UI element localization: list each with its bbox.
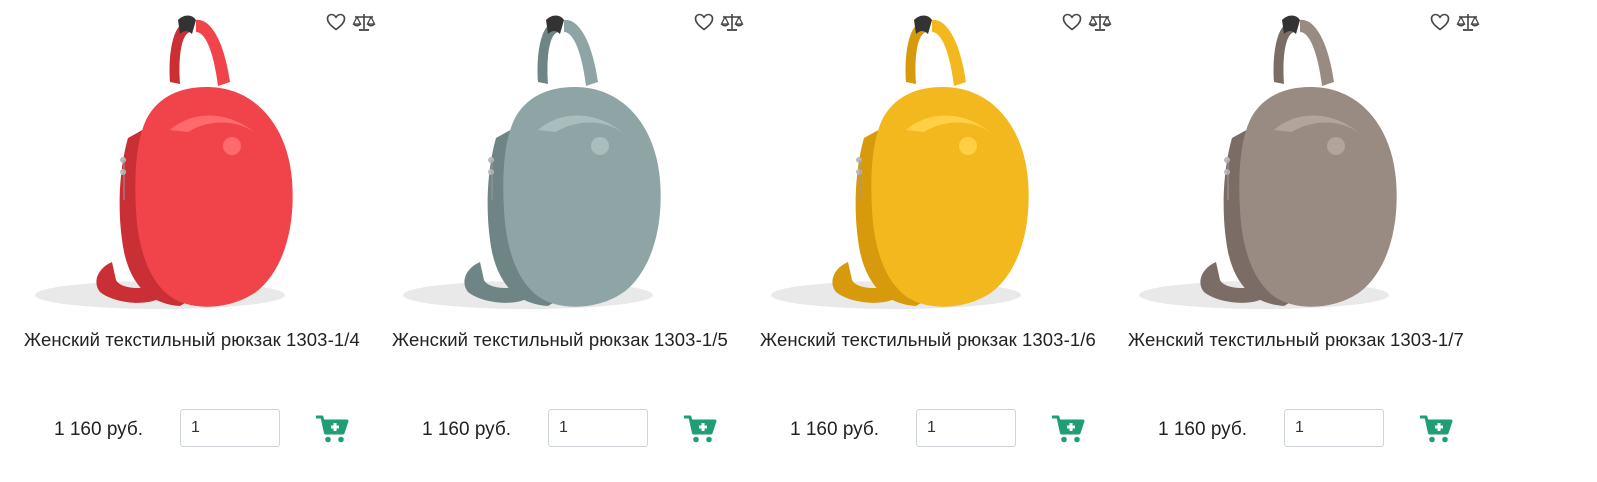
backpack-image (1139, 15, 1397, 309)
product-price: 1 160 руб. (1158, 419, 1248, 440)
product-card: Женский текстильный рюкзак 1303-1/7 1 16… (1104, 0, 1480, 482)
product-grid: Женский текстильный рюкзак 1303-1/4 1 16… (0, 0, 1597, 482)
product-price: 1 160 руб. (422, 419, 512, 440)
product-card: Женский текстильный рюкзак 1303-1/5 1 16… (368, 0, 744, 482)
quantity-input[interactable] (1284, 409, 1384, 447)
product-price: 1 160 руб. (790, 419, 880, 440)
backpack-image (403, 15, 661, 309)
favorite-button[interactable] (324, 10, 348, 34)
heart-icon (1430, 13, 1450, 31)
product-image[interactable] (20, 10, 320, 315)
product-card: Женский текстильный рюкзак 1303-1/6 1 16… (736, 0, 1112, 482)
add-to-cart-button[interactable] (1419, 414, 1454, 444)
heart-icon (694, 13, 714, 31)
add-to-cart-button[interactable] (683, 414, 718, 444)
favorite-button[interactable] (1060, 10, 1084, 34)
add-to-cart-button[interactable] (315, 414, 350, 444)
product-title[interactable]: Женский текстильный рюкзак 1303-1/4 (24, 327, 384, 353)
product-title[interactable]: Женский текстильный рюкзак 1303-1/6 (760, 327, 1120, 353)
add-to-cart-icon (683, 415, 717, 443)
product-title[interactable]: Женский текстильный рюкзак 1303-1/5 (392, 327, 752, 353)
product-image[interactable] (1124, 10, 1424, 315)
quantity-input[interactable] (548, 409, 648, 447)
heart-icon (1062, 13, 1082, 31)
favorite-button[interactable] (1428, 10, 1452, 34)
scales-icon (1456, 14, 1480, 31)
quantity-input[interactable] (916, 409, 1016, 447)
product-image[interactable] (756, 10, 1056, 315)
backpack-image (771, 15, 1029, 309)
quantity-input[interactable] (180, 409, 280, 447)
product-card: Женский текстильный рюкзак 1303-1/4 1 16… (0, 0, 376, 482)
add-to-cart-icon (1051, 415, 1085, 443)
add-to-cart-icon (1419, 415, 1453, 443)
product-price: 1 160 руб. (54, 419, 144, 440)
compare-button[interactable] (1456, 10, 1480, 34)
card-actions (1428, 10, 1480, 34)
add-to-cart-icon (315, 415, 349, 443)
favorite-button[interactable] (692, 10, 716, 34)
product-image[interactable] (388, 10, 688, 315)
backpack-image (35, 15, 293, 309)
add-to-cart-button[interactable] (1051, 414, 1086, 444)
heart-icon (326, 13, 346, 31)
product-title[interactable]: Женский текстильный рюкзак 1303-1/7 (1128, 327, 1488, 353)
